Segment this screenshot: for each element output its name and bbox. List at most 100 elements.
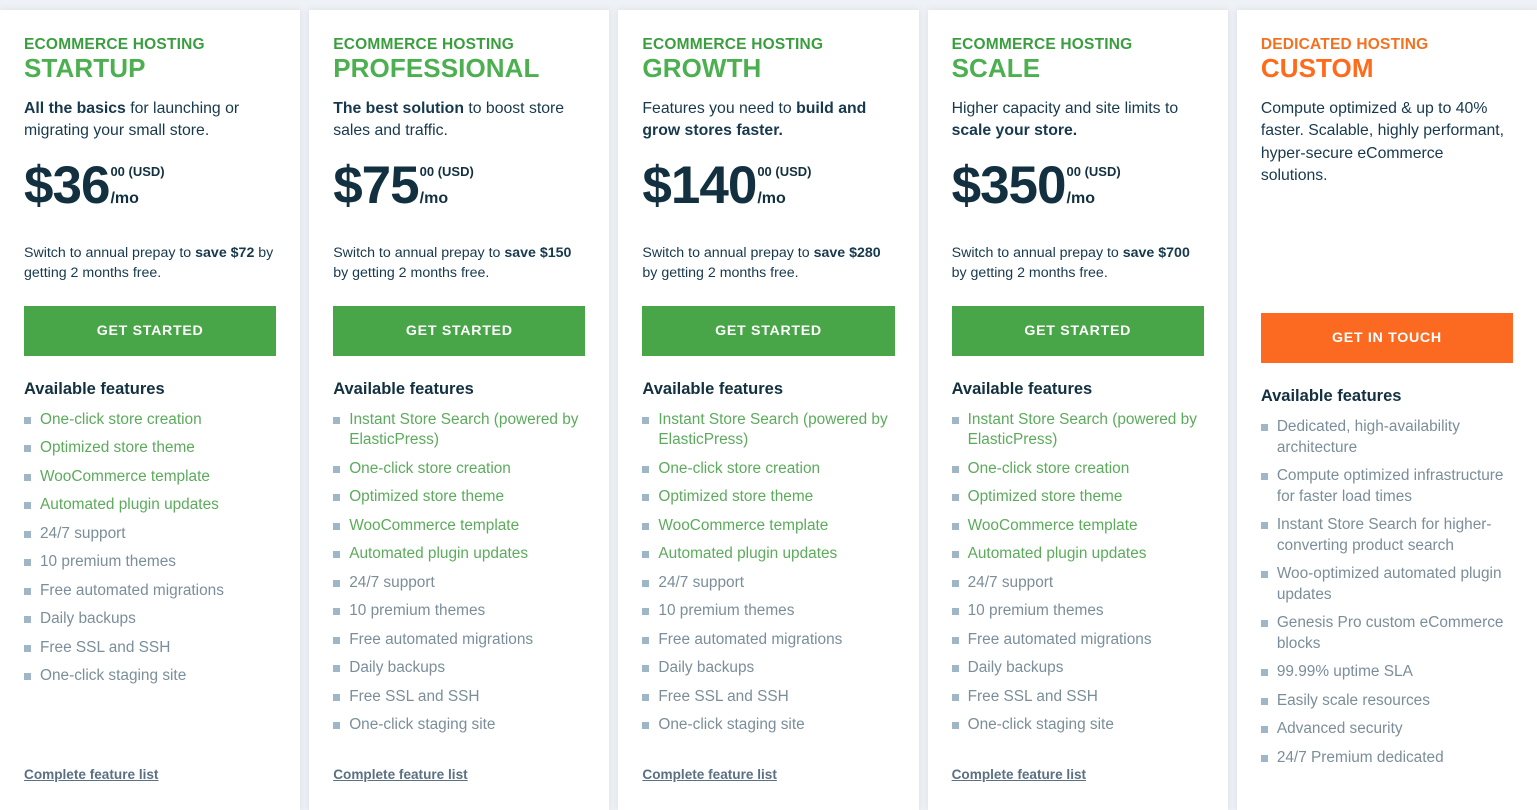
bullet-square-icon	[333, 722, 341, 730]
feature-item: Automated plugin updates	[951, 544, 1204, 564]
card-footer	[1261, 776, 1513, 810]
plan-tagline: All the basics for launching or migratin…	[24, 98, 276, 143]
feature-item: Free automated migrations	[333, 630, 585, 650]
feature-item: Automated plugin updates	[24, 495, 276, 515]
feature-item: One-click store creation	[642, 459, 894, 479]
plan-card-startup: ECOMMERCE HOSTING STARTUP All the basics f…	[0, 10, 301, 810]
bullet-square-icon	[333, 693, 341, 701]
get-started-button[interactable]: GET STARTED	[951, 305, 1204, 356]
feature-label: Genesis Pro custom eCommerce blocks	[1276, 614, 1504, 652]
feature-item: Compute optimized infrastructure for fas…	[1260, 466, 1513, 507]
bullet-square-icon	[951, 693, 959, 701]
annual-prepay-note: Switch to annual prepay to save $72 by g…	[24, 243, 276, 284]
card-footer: Complete feature list	[952, 758, 1204, 810]
bullet-square-icon	[1260, 669, 1268, 677]
feature-item: Instant Store Search (powered by Elastic…	[333, 410, 585, 451]
annual-prepay-note: Switch to annual prepay to save $280 by …	[642, 243, 894, 284]
feature-item: Advanced security	[1260, 719, 1513, 739]
bullet-square-icon	[642, 416, 650, 424]
feature-item: Woo-optimized automated plugin updates	[1260, 564, 1513, 605]
feature-label: One-click staging site	[40, 667, 187, 685]
available-features-title: Available features	[1260, 387, 1402, 406]
plan-card-professional: ECOMMERCE HOSTING PROFESSIONAL The best so…	[309, 10, 610, 810]
pricing-plans-grid: ECOMMERCE HOSTING STARTUP All the basics f…	[0, 0, 1537, 810]
bullet-square-icon	[642, 465, 650, 473]
note-save-word: save	[813, 244, 846, 261]
feature-label: One-click store creation	[40, 410, 202, 428]
price-suffix-group: 00 (USD) /mo	[757, 161, 811, 207]
bullet-square-icon	[24, 673, 31, 681]
complete-feature-list-link[interactable]: Complete feature list	[333, 767, 467, 782]
feature-item: Instant Store Search (powered by Elastic…	[642, 410, 894, 451]
feature-item: Optimized store theme	[642, 487, 894, 507]
bullet-square-icon	[951, 465, 959, 473]
plan-eyebrow: ECOMMERCE HOSTING	[24, 36, 205, 53]
feature-item: Free automated migrations	[24, 581, 276, 601]
bullet-square-icon	[24, 644, 31, 652]
bullet-square-icon	[642, 551, 650, 559]
plan-tagline: Features you need to build and grow stor…	[642, 98, 894, 143]
feature-label: 24/7 support	[40, 524, 126, 542]
feature-label: WooCommerce template	[658, 516, 829, 534]
feature-label: Instant Store Search (powered by Elastic…	[967, 410, 1197, 449]
complete-feature-list-link[interactable]: Complete feature list	[642, 767, 776, 782]
feature-label: Dedicated, high-availability architectur…	[1276, 418, 1460, 456]
note-savings-amount: $700	[1158, 244, 1190, 261]
feature-item: Optimized store theme	[24, 438, 276, 458]
bullet-square-icon	[951, 416, 959, 424]
plan-name: STARTUP	[24, 52, 146, 83]
plan-name: CUSTOM	[1260, 52, 1374, 83]
tagline-text: Features you need to	[642, 99, 797, 117]
bullet-square-icon	[642, 665, 650, 673]
tagline-emphasis: All the basics	[24, 99, 126, 117]
feature-item: Free SSL and SSH	[642, 687, 894, 707]
feature-item: 10 premium themes	[951, 601, 1204, 621]
note-savings-amount: $150	[539, 244, 572, 261]
feature-label: Daily backups	[349, 659, 446, 677]
bullet-square-icon	[24, 473, 31, 481]
feature-label: 10 premium themes	[349, 602, 486, 620]
feature-item: WooCommerce template	[333, 516, 585, 536]
feature-label: 10 premium themes	[967, 602, 1104, 620]
feature-label: One-click store creation	[967, 459, 1130, 477]
tagline-emphasis-tail: scale your store.	[951, 122, 1078, 140]
price-period: /mo	[110, 189, 139, 207]
bullet-square-icon	[333, 494, 341, 502]
feature-item: WooCommerce template	[951, 516, 1204, 536]
feature-item: 24/7 support	[333, 573, 585, 593]
get-started-button[interactable]: GET STARTED	[24, 305, 277, 356]
bullet-square-icon	[642, 494, 650, 502]
feature-item: Daily backups	[642, 658, 894, 678]
get-started-button[interactable]: GET STARTED	[333, 305, 586, 356]
feature-label: Automated plugin updates	[40, 496, 219, 514]
features-list: Dedicated, high-availability architectur…	[1260, 417, 1513, 776]
plan-tagline: The best solution to boost store sales a…	[333, 98, 585, 143]
feature-label: Optimized store theme	[658, 488, 814, 506]
price-suffix-group: 00 (USD) /mo	[110, 161, 164, 207]
bullet-square-icon	[951, 522, 959, 530]
price-suffix-group: 00 (USD) /mo	[1067, 161, 1121, 207]
note-save-word: save	[195, 244, 227, 261]
feature-item: 24/7 support	[951, 573, 1204, 593]
feature-item: WooCommerce template	[642, 516, 894, 536]
bullet-square-icon	[24, 416, 31, 424]
plan-eyebrow: ECOMMERCE HOSTING	[642, 36, 824, 53]
feature-label: Free automated migrations	[658, 630, 843, 648]
complete-feature-list-link[interactable]: Complete feature list	[24, 767, 158, 782]
feature-item: 10 premium themes	[642, 601, 894, 621]
feature-label: 99.99% uptime SLA	[1276, 663, 1413, 681]
features-list: Instant Store Search (powered by Elastic…	[951, 410, 1204, 758]
bullet-square-icon	[333, 579, 341, 587]
feature-label: Instant Store Search (powered by Elastic…	[658, 410, 888, 449]
note-prefix: Switch to annual prepay to	[951, 244, 1123, 261]
feature-item: Free automated migrations	[951, 630, 1204, 650]
get-started-button[interactable]: GET STARTED	[642, 305, 895, 356]
feature-item: One-click staging site	[24, 666, 276, 686]
complete-feature-list-link[interactable]: Complete feature list	[952, 767, 1086, 782]
get-in-touch-button[interactable]: GET IN TOUCH	[1260, 313, 1514, 364]
bullet-square-icon	[333, 522, 341, 530]
feature-item: Free SSL and SSH	[24, 638, 276, 658]
bullet-square-icon	[333, 465, 341, 473]
feature-label: Advanced security	[1276, 720, 1403, 738]
plan-eyebrow: DEDICATED HOSTING	[1260, 36, 1429, 53]
